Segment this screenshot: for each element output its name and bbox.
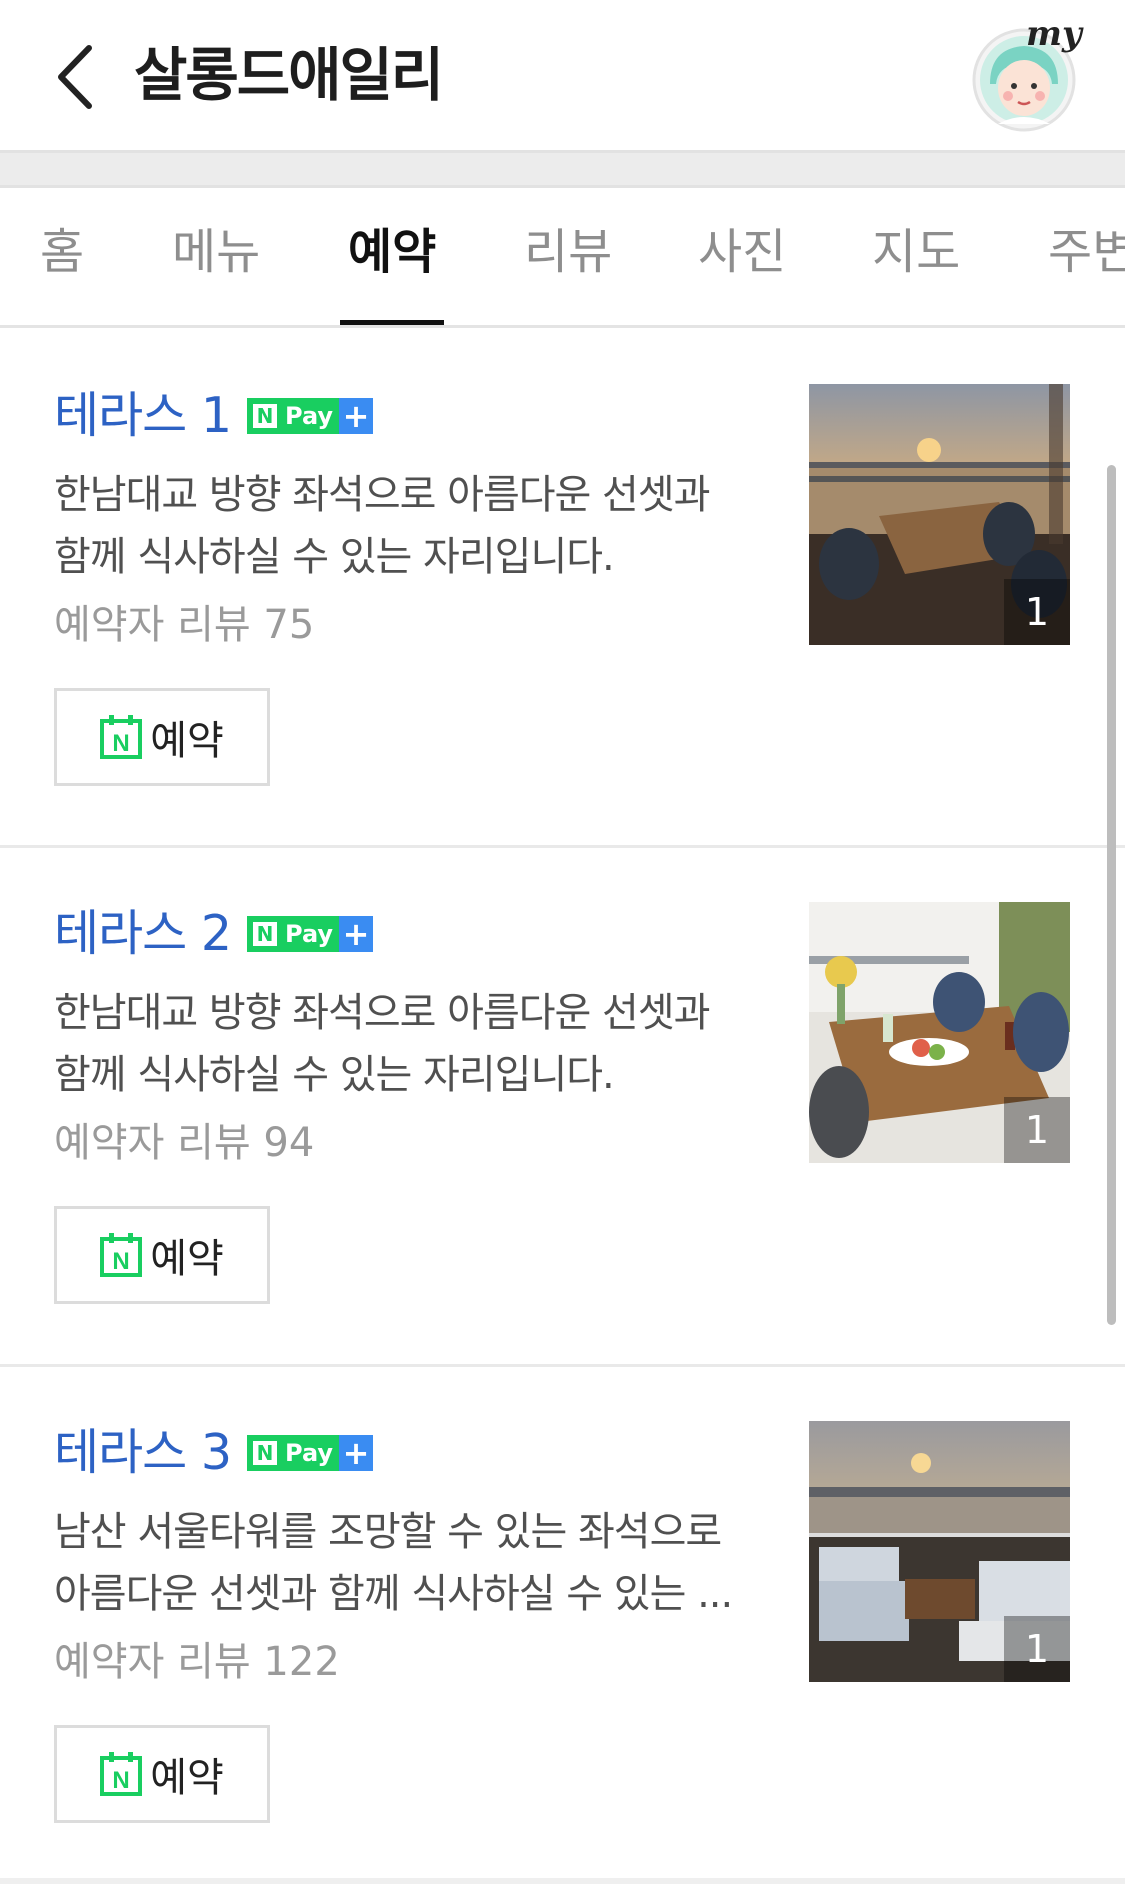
tab-review[interactable]: 리뷰 [524,222,612,282]
item-title[interactable]: 테라스 3 [54,1423,232,1483]
review-count[interactable]: 예약자 리뷰 122 [54,1637,340,1687]
npay-plus-badge: N Pay + [247,916,374,952]
npay-plus-badge: N Pay + [247,1435,374,1471]
npay-label: Pay [285,1439,334,1467]
naver-booking-icon: N [100,1752,143,1796]
section-divider-bar [0,150,1125,188]
bottom-divider [0,1878,1125,1884]
npay-label: Pay [285,402,334,430]
item-description: 한남대교 방향 좌석으로 아름다운 선셋과 함께 식사하실 수 있는 자리입니다… [54,464,774,588]
naver-booking-icon: N [100,1233,143,1277]
reserve-label: 예약 [150,1236,224,1282]
list-item[interactable]: 테라스 1 N Pay + 한남대교 방향 좌석으로 아름다운 선셋과 함께 식사… [0,330,1125,845]
description-line: 한남대교 방향 좌석으로 아름다운 선셋과 [54,990,710,1036]
chevron-left-icon [58,45,92,109]
reserve-button[interactable]: N 예약 [54,1206,270,1304]
item-title-row: 테라스 1 N Pay + [54,386,374,446]
description-line: 남산 서울타워를 조망할 수 있는 좌석으로 [54,1509,722,1555]
plus-icon: + [339,1435,374,1471]
reserve-button[interactable]: N 예약 [54,1725,270,1823]
my-label: my [1026,14,1082,54]
plus-icon: + [339,398,374,434]
naver-n-icon: N [253,1441,277,1465]
naver-n-icon: N [253,404,277,428]
tab-home[interactable]: 홈 [40,222,84,282]
scrollbar[interactable] [1107,465,1116,1325]
tab-photo[interactable]: 사진 [698,222,786,282]
description-line: 함께 식사하실 수 있는 자리입니다. [54,534,615,580]
description-line: 아름다운 선셋과 함께 식사하실 수 있는 ... [54,1571,733,1617]
item-photo[interactable]: 1 [809,902,1070,1163]
svg-text:N: N [113,1248,130,1275]
npay-plus-badge: N Pay + [247,398,374,434]
active-tab-indicator [340,320,444,325]
photo-count-badge: 1 [1004,1616,1070,1682]
list-item[interactable]: 테라스 3 N Pay + 남산 서울타워를 조망할 수 있는 좌석으로 아름다운… [0,1367,1125,1878]
reserve-label: 예약 [150,718,224,764]
item-description: 남산 서울타워를 조망할 수 있는 좌석으로 아름다운 선셋과 함께 식사하실 … [54,1501,774,1625]
page-title: 살롱드애일리 [134,41,444,109]
item-title-row: 테라스 3 N Pay + [54,1423,374,1483]
description-line: 함께 식사하실 수 있는 자리입니다. [54,1052,615,1098]
item-photo[interactable]: 1 [809,384,1070,645]
review-count[interactable]: 예약자 리뷰 75 [54,600,314,650]
reserve-label: 예약 [150,1755,224,1801]
naver-booking-icon: N [100,715,143,759]
item-description: 한남대교 방향 좌석으로 아름다운 선셋과 함께 식사하실 수 있는 자리입니다… [54,982,774,1106]
app-header: 살롱드애일리 my [0,0,1125,150]
tab-bar: 홈 메뉴 예약 리뷰 사진 지도 주변 [0,188,1125,328]
list-item[interactable]: 테라스 2 N Pay + 한남대교 방향 좌석으로 아름다운 선셋과 함께 식사… [0,848,1125,1364]
tab-map[interactable]: 지도 [872,222,960,282]
item-title[interactable]: 테라스 2 [54,904,232,964]
plus-icon: + [339,916,374,952]
item-title[interactable]: 테라스 1 [54,386,232,446]
tab-reservation[interactable]: 예약 [348,222,436,282]
npay-label: Pay [285,920,334,948]
photo-count-badge: 1 [1004,1097,1070,1163]
svg-text:N: N [113,1767,130,1794]
review-count[interactable]: 예약자 리뷰 94 [54,1118,314,1168]
description-line: 한남대교 방향 좌석으로 아름다운 선셋과 [54,472,710,518]
svg-text:N: N [113,730,130,757]
reserve-button[interactable]: N 예약 [54,688,270,786]
naver-n-icon: N [253,922,277,946]
item-photo[interactable]: 1 [809,1421,1070,1682]
item-title-row: 테라스 2 N Pay + [54,904,374,964]
tab-nearby[interactable]: 주변 [1048,222,1125,282]
tab-menu[interactable]: 메뉴 [172,222,260,282]
my-profile-button[interactable]: my [968,14,1086,136]
back-button[interactable] [40,32,110,122]
photo-count-badge: 1 [1004,579,1070,645]
